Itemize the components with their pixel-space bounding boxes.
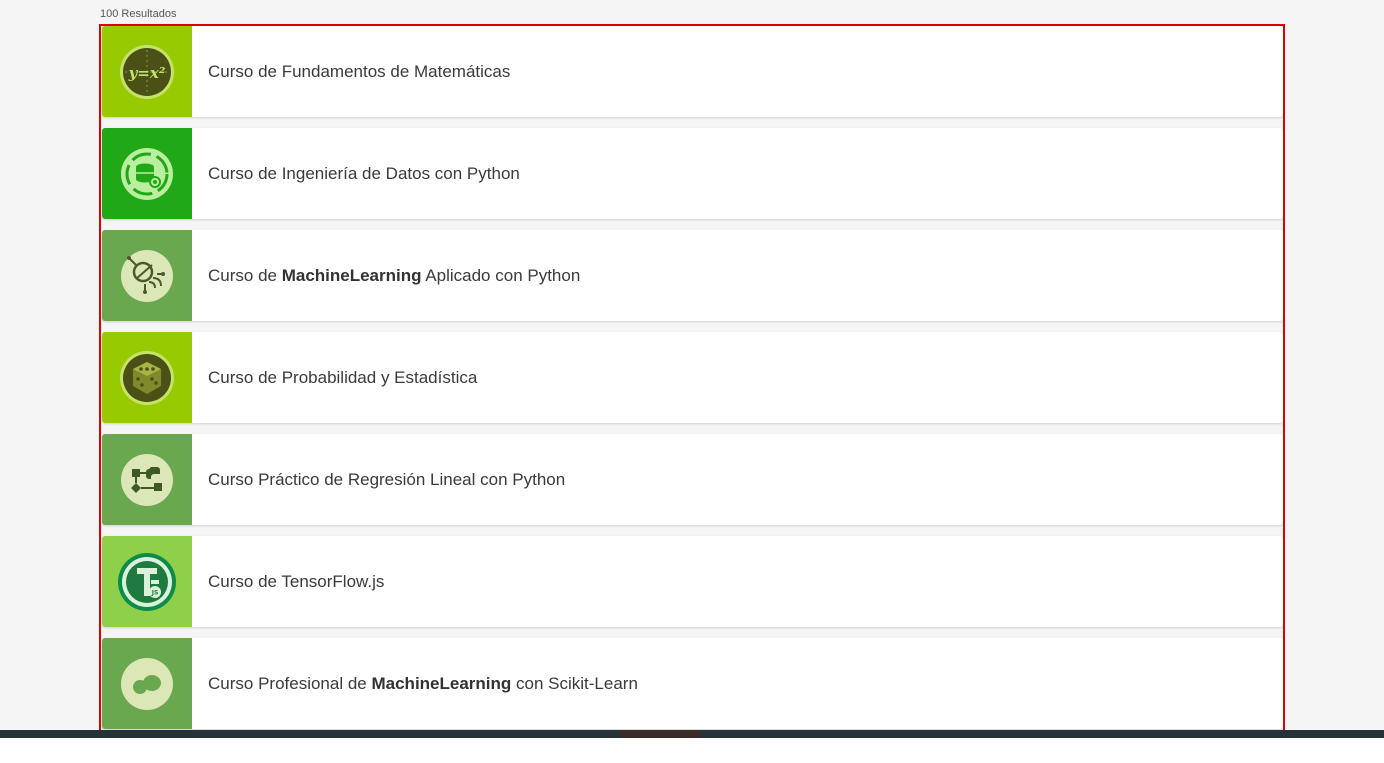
brain-circuit-icon	[119, 248, 175, 304]
course-title[interactable]: Curso de Fundamentos de Matemáticas	[208, 62, 510, 82]
course-thumb	[102, 230, 192, 321]
flowchart-python-icon	[119, 452, 175, 508]
course-title[interactable]: Curso de Probabilidad y Estadística	[208, 368, 477, 388]
footer-highlight	[620, 730, 700, 738]
course-card-machinelearning-aplicado[interactable]: Curso de MachineLearning Aplicado con Py…	[102, 230, 1283, 321]
scikit-learn-icon	[119, 656, 175, 712]
course-card-regresion-lineal[interactable]: Curso Práctico de Regresión Lineal con P…	[102, 434, 1283, 525]
course-thumb: JS	[102, 536, 192, 627]
svg-text:JS: JS	[151, 589, 159, 596]
course-card-scikit-learn[interactable]: Curso Profesional de MachineLearning con…	[102, 638, 1283, 729]
tensorflow-js-icon: JS	[117, 552, 177, 612]
database-gear-icon	[119, 146, 175, 202]
course-list: y=x² Curso de Fundamentos de Matemáticas	[99, 24, 1285, 740]
course-thumb: y=x²	[102, 26, 192, 117]
course-card-probabilidad-estadistica[interactable]: Curso de Probabilidad y Estadística	[102, 332, 1283, 423]
bottom-area	[0, 738, 1384, 763]
course-thumb	[102, 434, 192, 525]
course-title[interactable]: Curso de MachineLearning Aplicado con Py…	[208, 266, 580, 286]
course-thumb	[102, 128, 192, 219]
course-card-tensorflow-js[interactable]: JS Curso de TensorFlow.js	[102, 536, 1283, 627]
course-card-ingenieria-datos[interactable]: Curso de Ingeniería de Datos con Python	[102, 128, 1283, 219]
results-count: 100 Resultados	[100, 8, 177, 20]
math-formula-icon: y=x²	[119, 44, 175, 100]
course-card-fundamentos-matematicas[interactable]: y=x² Curso de Fundamentos de Matemáticas	[102, 26, 1283, 117]
course-thumb	[102, 332, 192, 423]
svg-text:y=x²: y=x²	[128, 64, 166, 82]
course-thumb	[102, 638, 192, 729]
course-title[interactable]: Curso Profesional de MachineLearning con…	[208, 674, 638, 694]
page: 100 Resultados y=x² Curso de Fundamentos…	[0, 0, 1384, 763]
dice-icon	[119, 350, 175, 406]
course-title[interactable]: Curso Práctico de Regresión Lineal con P…	[208, 470, 565, 490]
course-title[interactable]: Curso de TensorFlow.js	[208, 572, 384, 592]
course-title[interactable]: Curso de Ingeniería de Datos con Python	[208, 164, 520, 184]
